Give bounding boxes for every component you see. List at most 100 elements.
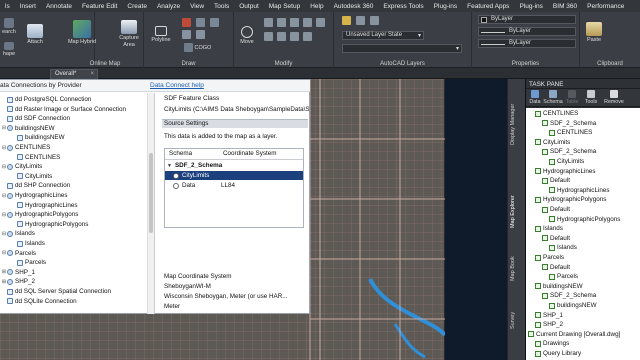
circle-tool-icon[interactable] bbox=[182, 18, 191, 27]
layer-state-dropdown[interactable]: Unsaved Layer State ▾ bbox=[342, 31, 424, 40]
scrollbar-thumb[interactable] bbox=[149, 153, 153, 233]
menu-item[interactable]: View bbox=[185, 3, 209, 10]
menu-item[interactable]: Map Setup bbox=[264, 3, 305, 10]
provider-tree-item[interactable]: ⊟ Islands bbox=[0, 229, 35, 238]
provider-tree-item[interactable]: dd SQL Server Spatial Connection bbox=[0, 287, 111, 296]
arc-tool-icon[interactable] bbox=[195, 18, 205, 27]
tab-display-manager[interactable]: Display Manager bbox=[510, 99, 524, 149]
tab-map-explorer[interactable]: Map Explorer bbox=[510, 187, 524, 237]
ellipse-tool-icon[interactable] bbox=[195, 30, 205, 39]
table-tool-button[interactable]: Table bbox=[564, 90, 580, 105]
feature-class-row-selected[interactable]: CityLimits bbox=[165, 171, 303, 180]
attach-button[interactable]: Attach bbox=[22, 24, 48, 46]
remove-button[interactable]: Remove bbox=[602, 90, 626, 105]
copy-icon[interactable] bbox=[302, 18, 312, 27]
data-connect-help-link[interactable]: Data Connect help bbox=[150, 82, 204, 89]
explorer-tree-item[interactable]: HydrographicPolygons bbox=[549, 215, 620, 224]
explorer-tree-item[interactable]: Default bbox=[542, 263, 570, 272]
provider-tree-item[interactable]: HydrographicLines bbox=[0, 201, 78, 210]
mirror-icon[interactable] bbox=[315, 18, 325, 27]
menu-item[interactable]: Featured Apps bbox=[462, 3, 514, 10]
rotate-icon[interactable] bbox=[264, 18, 273, 27]
explorer-tree-item[interactable]: Drawings bbox=[535, 339, 569, 348]
color-dropdown[interactable]: ByLayer bbox=[478, 15, 576, 24]
menu-item[interactable]: Feature Edit bbox=[77, 3, 122, 10]
fillet-icon[interactable] bbox=[302, 32, 312, 41]
provider-tree-item[interactable]: ⊟ HydrographicPolygons bbox=[0, 210, 78, 219]
cogo-button[interactable]: COGO bbox=[184, 43, 224, 52]
provider-tree-item[interactable]: CityLimits bbox=[0, 172, 52, 181]
explorer-tree-item[interactable]: Default bbox=[542, 176, 570, 185]
erase-icon[interactable] bbox=[289, 18, 299, 27]
provider-tree-item[interactable]: Parcels bbox=[0, 258, 46, 267]
explorer-tree-item[interactable]: Query Library bbox=[535, 349, 581, 358]
menu-item[interactable]: Tools bbox=[209, 3, 234, 10]
close-icon[interactable]: × bbox=[90, 71, 94, 77]
explorer-tree-item[interactable]: Current Drawing [Overall.dwg] bbox=[528, 330, 620, 339]
explorer-tree-item[interactable]: Default bbox=[542, 234, 570, 243]
shape-button[interactable]: hape bbox=[0, 42, 18, 58]
tab-map-book[interactable]: Map Book bbox=[510, 249, 524, 289]
tab-overall[interactable]: Overall* × bbox=[50, 69, 98, 79]
layer-dropdown[interactable]: ▾ bbox=[342, 44, 462, 53]
layer-isolate-icon[interactable] bbox=[369, 16, 379, 25]
explorer-tree-item[interactable]: HydrographicLines bbox=[535, 167, 596, 176]
menu-item[interactable]: Analyze bbox=[152, 3, 185, 10]
provider-tree-item[interactable]: dd SDF Connection bbox=[0, 114, 70, 123]
menu-item[interactable]: ls bbox=[0, 3, 15, 10]
tab-survey[interactable]: Survey bbox=[510, 305, 524, 335]
move-button[interactable]: Move bbox=[236, 26, 258, 46]
trim-icon[interactable] bbox=[276, 18, 286, 27]
provider-tree-item[interactable]: dd SQLite Connection bbox=[0, 297, 77, 306]
explorer-tree-item[interactable]: CityLimits bbox=[535, 138, 570, 147]
scale-icon[interactable] bbox=[276, 32, 286, 41]
hatch-tool-icon[interactable] bbox=[182, 30, 191, 39]
provider-tree-item[interactable]: ⊟ buildingsNEW bbox=[0, 124, 55, 133]
provider-tree-item[interactable]: CENTLINES bbox=[0, 153, 60, 162]
explorer-tree-item[interactable]: HydrographicLines bbox=[549, 186, 610, 195]
menu-item[interactable]: Create bbox=[122, 3, 152, 10]
menu-item[interactable]: Performance bbox=[582, 3, 629, 10]
menu-item[interactable]: Express Tools bbox=[378, 3, 428, 10]
lineweight-dropdown[interactable]: ByLayer bbox=[478, 39, 576, 48]
explorer-tree-item[interactable]: SHP_2 bbox=[535, 320, 563, 329]
explorer-tree-item[interactable]: SDF_2_Schema bbox=[542, 119, 596, 128]
explorer-tree-item[interactable]: SDF_2_Schema bbox=[542, 291, 596, 300]
explorer-tree-item[interactable]: SDF_2_Schema bbox=[542, 147, 596, 156]
provider-tree-item[interactable]: dd PostgreSQL Connection bbox=[0, 95, 91, 104]
provider-tree-item[interactable]: dd Raster Image or Surface Connection bbox=[0, 105, 126, 114]
layer-off-icon[interactable] bbox=[355, 16, 365, 25]
schema-row[interactable]: ▼ SDF_2_Schema bbox=[165, 161, 303, 170]
search-button[interactable]: earch bbox=[0, 18, 18, 36]
provider-tree-item[interactable]: buildingsNEW bbox=[0, 133, 65, 142]
explorer-tree-item[interactable]: Islands bbox=[535, 224, 563, 233]
tools-button[interactable]: Tools bbox=[583, 90, 599, 105]
map-hybrid-button[interactable]: Map Hybrid bbox=[62, 20, 102, 46]
provider-tree-item[interactable]: Islands bbox=[0, 239, 45, 248]
menu-item[interactable]: Plug-ins bbox=[429, 3, 462, 10]
menu-item[interactable]: Annotate bbox=[41, 3, 77, 10]
explorer-tree-item[interactable]: Parcels bbox=[549, 272, 578, 281]
provider-tree-item[interactable]: ⊟ Parcels bbox=[0, 249, 36, 258]
layer-properties-icon[interactable] bbox=[342, 16, 351, 25]
explorer-tree-item[interactable]: HydrographicPolygons bbox=[535, 195, 606, 204]
capture-area-button[interactable]: Capture Area bbox=[116, 20, 142, 49]
provider-tree-scrollbar[interactable] bbox=[147, 93, 154, 314]
explorer-tree-item[interactable]: CENTLINES bbox=[535, 109, 578, 118]
menu-item[interactable]: Help bbox=[305, 3, 328, 10]
polyline-button[interactable]: Polyline bbox=[148, 26, 174, 44]
array-icon[interactable] bbox=[289, 32, 299, 41]
data-tool-button[interactable]: Data bbox=[528, 90, 542, 105]
paste-button[interactable]: Paste bbox=[582, 22, 606, 44]
linetype-dropdown[interactable]: ByLayer bbox=[478, 27, 576, 36]
menu-item[interactable]: Plug-ins bbox=[514, 3, 547, 10]
menu-item[interactable]: BIM 360 bbox=[548, 3, 582, 10]
provider-tree-item[interactable]: HydrographicPolygons bbox=[0, 220, 88, 229]
provider-tree-item[interactable]: ⊟ CityLimits bbox=[0, 162, 42, 171]
menu-item[interactable]: Insert bbox=[15, 3, 41, 10]
provider-tree-item[interactable]: ⊟ HydrographicLines bbox=[0, 191, 68, 200]
provider-tree-item[interactable]: ⊟ CENTLINES bbox=[0, 143, 50, 152]
explorer-tree-item[interactable]: Default bbox=[542, 205, 570, 214]
menu-item[interactable]: Output bbox=[234, 3, 264, 10]
menu-item[interactable]: Autodesk 360 bbox=[329, 3, 379, 10]
